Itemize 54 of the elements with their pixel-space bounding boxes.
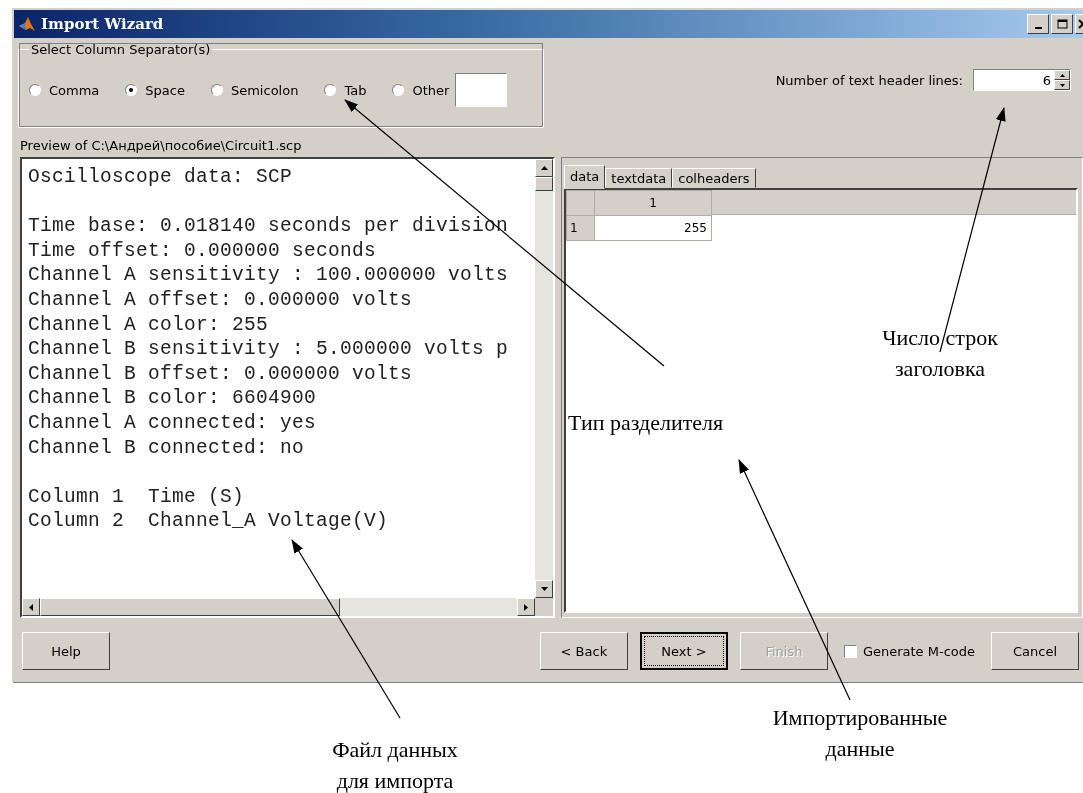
text-line: Oscilloscope data: SCP	[28, 165, 294, 190]
wizard-button[interactable]: Help	[22, 632, 110, 670]
text-line: Channel B color: 6604900	[28, 386, 318, 411]
group-title: Select Column Separator(s)	[30, 42, 212, 57]
header-lines-label: Number of text header lines:	[775, 72, 963, 88]
right-arrow-icon[interactable]	[524, 603, 528, 611]
text-line: Channel B connected: no	[28, 435, 306, 461]
preview-label: Preview of C:\Андрей\пособие\Circuit1.scp	[19, 137, 303, 155]
scrollbar-thumb[interactable]	[535, 177, 553, 191]
maximize-icon	[1056, 19, 1068, 29]
preview-text-area[interactable]	[20, 157, 555, 618]
table-cell: 255	[594, 215, 712, 241]
text-line: Channel A connected: yes	[28, 410, 318, 436]
minimize-button[interactable]	[1027, 14, 1049, 34]
text-line: Channel A sensitivity : 100.000000 volts	[28, 263, 510, 288]
corner-cell	[566, 190, 595, 216]
text-line: Channel A offset: 0.000000 volts	[28, 287, 414, 313]
text-line: Channel A color: 255	[28, 312, 270, 338]
scrollbar-corner	[535, 598, 553, 616]
app-logo-icon	[18, 15, 36, 33]
text-line: Column 2 Channel_A Voltage(V)	[28, 509, 390, 534]
radio-option[interactable]: Tab	[324, 82, 367, 98]
down-arrow-icon[interactable]	[540, 587, 548, 591]
column-header: 1	[594, 190, 712, 216]
text-line: Channel B offset: 0.000000 volts	[28, 361, 414, 387]
up-arrow-icon[interactable]	[540, 166, 548, 170]
wizard-button[interactable]: < Back	[539, 632, 628, 670]
left-arrow-icon[interactable]	[29, 603, 33, 611]
tab[interactable]: colheaders	[672, 168, 756, 188]
minimize-icon	[1034, 27, 1042, 29]
tab[interactable]: textdata	[605, 168, 673, 188]
radio-option[interactable]: Comma	[29, 82, 100, 98]
annotation-label: Импортированные данные	[771, 704, 949, 763]
window-title: Import Wizard	[41, 15, 165, 33]
annotation-label: Число строк заголовка	[881, 324, 999, 383]
text-line: Channel B sensitivity : 5.000000 volts p	[28, 337, 510, 362]
checkbox-option[interactable]: Generate M-code	[839, 643, 979, 659]
scrollbar-thumb[interactable]	[40, 598, 340, 616]
row-header: 1	[566, 215, 595, 241]
other-separator-field[interactable]	[455, 73, 508, 107]
annotation-label: Тип разделителя	[568, 409, 725, 437]
horizontal-scrollbar[interactable]	[22, 598, 535, 616]
vertical-scrollbar[interactable]	[535, 159, 553, 598]
radio-option[interactable]: Other	[392, 82, 450, 98]
wizard-button[interactable]: Next >	[639, 632, 728, 670]
maximize-button[interactable]	[1051, 14, 1073, 34]
tab[interactable]: data	[564, 165, 606, 189]
radio-option[interactable]: Semicolon	[210, 82, 299, 98]
text-line: Column 1 Time (S)	[28, 484, 246, 510]
annotation-label: Файл данных для импорта	[331, 736, 459, 793]
wizard-button[interactable]: Cancel	[991, 632, 1079, 670]
header-lines-spinner[interactable]: 6	[973, 69, 1071, 91]
radio-option[interactable]: Space	[125, 82, 185, 98]
text-line: Time offset: 0.000000 seconds	[28, 238, 378, 264]
